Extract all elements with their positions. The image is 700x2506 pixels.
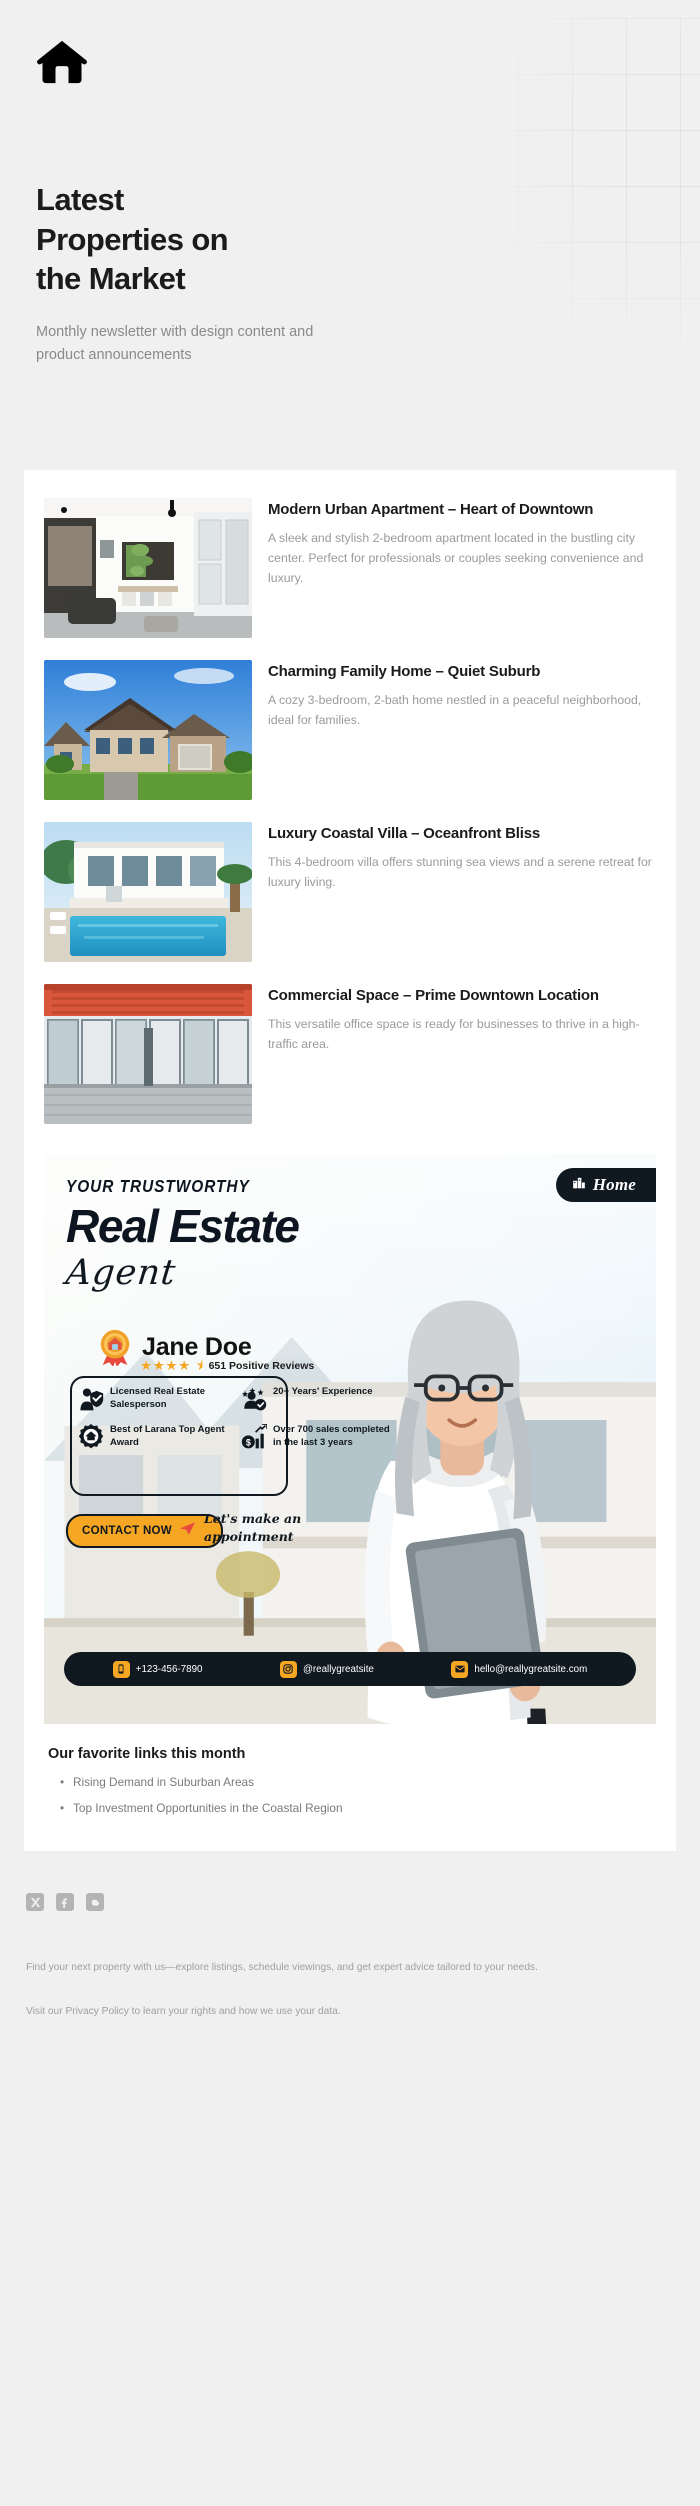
- property-title: Charming Family Home – Quiet Suburb: [268, 663, 541, 680]
- page-title-line-3: the Market: [36, 261, 186, 297]
- social-links: [26, 1893, 674, 1912]
- footer-paragraph-2: Visit our Privacy Policy to learn your r…: [26, 2005, 341, 2017]
- property-body: Luxury Coastal Villa – Oceanfront Bliss …: [268, 822, 656, 962]
- star-rating-icon: ★★★★: [140, 1358, 191, 1373]
- favorite-links-list: Rising Demand in Suburban Areas Top Inve…: [48, 1774, 652, 1817]
- grid-decoration: [410, 18, 700, 378]
- top-agent-award-icon: [78, 1424, 104, 1450]
- home-badge[interactable]: Home: [555, 1168, 656, 1202]
- experience-group-icon: [241, 1386, 267, 1412]
- contact-instagram[interactable]: @reallygreatsite: [279, 1660, 374, 1678]
- property-image: [44, 984, 252, 1124]
- feature-text: Best of Larana Top Agent Award: [110, 1424, 225, 1448]
- licensed-agent-icon: [78, 1386, 104, 1412]
- phone-icon: [112, 1660, 130, 1678]
- footer-paragraph-1: Find your next property with us—explore …: [26, 1962, 538, 1974]
- x-twitter-icon[interactable]: [26, 1893, 44, 1912]
- half-star-icon: ⯨: [195, 1358, 204, 1373]
- property-description: A cozy 3-bedroom, 2-bath home nestled in…: [268, 692, 642, 727]
- feature-item: Best of Larana Top Agent Award: [78, 1424, 235, 1450]
- home-icon: [36, 36, 88, 88]
- feature-item: Licensed Real Estate Salesperson: [78, 1386, 235, 1412]
- favorite-link-text: Top Investment Opportunities in the Coas…: [73, 1800, 343, 1815]
- contact-email-text: hello@reallygreatsite.com: [474, 1663, 588, 1675]
- property-image: [44, 822, 252, 962]
- content-sheet: Modern Urban Apartment – Heart of Downto…: [24, 470, 676, 1852]
- favorite-link-text: Rising Demand in Suburban Areas: [73, 1775, 254, 1789]
- appointment-line-2: appointment: [204, 1529, 294, 1545]
- property-card[interactable]: Commercial Space – Prime Downtown Locati…: [44, 974, 656, 1136]
- agent-feature-list: Licensed Real Estate Salesperson 20+ Yea…: [78, 1386, 398, 1450]
- instagram-icon: [279, 1660, 297, 1678]
- contact-phone-text: +123-456-7890: [135, 1663, 203, 1675]
- newsletter-page: Latest Properties on the Market Monthly …: [0, 0, 700, 2506]
- property-card[interactable]: Luxury Coastal Villa – Oceanfront Bliss …: [44, 812, 656, 974]
- ad-kicker: YOUR TRUSTWORTHY: [66, 1176, 250, 1196]
- contact-instagram-text: @reallygreatsite: [302, 1663, 374, 1675]
- facebook-icon[interactable]: [56, 1893, 74, 1912]
- property-title: Commercial Space – Prime Downtown Locati…: [268, 987, 599, 1004]
- send-arrow-icon: [179, 1522, 195, 1540]
- contact-now-label: CONTACT NOW: [82, 1525, 172, 1537]
- sales-chart-icon: $: [241, 1424, 267, 1450]
- feature-item: 20+ Years' Experience: [241, 1386, 398, 1412]
- ad-script-word: Agent: [63, 1252, 179, 1293]
- page-title: Latest Properties on the Market: [36, 180, 336, 299]
- appointment-note: Let's make an appointment: [204, 1510, 301, 1546]
- real-estate-ad-banner[interactable]: Home YOUR TRUSTWORTHY Real Estate Agent: [44, 1154, 656, 1724]
- agent-rating: ★★★★ ⯨ 651 Positive Reviews: [140, 1359, 314, 1373]
- property-body: Commercial Space – Prime Downtown Locati…: [268, 984, 656, 1124]
- property-card[interactable]: Modern Urban Apartment – Heart of Downto…: [44, 488, 656, 650]
- contact-email[interactable]: hello@reallygreatsite.com: [451, 1660, 588, 1678]
- property-description: This versatile office space is ready for…: [268, 1016, 640, 1051]
- feature-item: $ Over 700 sales completed in the last 3…: [241, 1424, 398, 1450]
- page-subtitle: Monthly newsletter with design content a…: [36, 324, 314, 364]
- building-icon: [572, 1175, 586, 1195]
- feature-text: Over 700 sales completed in the last 3 y…: [273, 1424, 390, 1448]
- award-rosette-icon: [96, 1328, 134, 1367]
- property-description: This 4-bedroom villa offers stunning sea…: [268, 854, 652, 889]
- page-header: Latest Properties on the Market Monthly …: [0, 0, 700, 470]
- property-title: Modern Urban Apartment – Heart of Downto…: [268, 501, 594, 518]
- ad-headline: Real Estate: [66, 1200, 300, 1252]
- property-card[interactable]: Charming Family Home – Quiet Suburb A co…: [44, 650, 656, 812]
- page-title-line-2: Properties on: [36, 221, 229, 257]
- property-body: Modern Urban Apartment – Heart of Downto…: [268, 498, 656, 638]
- contact-bar: +123-456-7890 @reallygreatsite hello@rea…: [64, 1652, 636, 1686]
- favorite-links-title: Our favorite links this month: [48, 1746, 246, 1762]
- ad-headline-block: YOUR TRUSTWORTHY Real Estate Agent: [63, 1176, 300, 1293]
- page-title-line-1: Latest: [36, 182, 124, 217]
- property-list: Modern Urban Apartment – Heart of Downto…: [24, 470, 676, 1144]
- contact-phone[interactable]: +123-456-7890: [112, 1660, 203, 1678]
- contact-now-button[interactable]: CONTACT NOW: [66, 1514, 223, 1548]
- svg-text:$: $: [246, 1438, 251, 1448]
- property-body: Charming Family Home – Quiet Suburb A co…: [268, 660, 656, 800]
- property-title: Luxury Coastal Villa – Oceanfront Bliss: [268, 825, 541, 842]
- page-footer: Find your next property with us—explore …: [0, 1851, 700, 2060]
- appointment-line-1: Let's make an: [204, 1511, 302, 1526]
- feature-text: 20+ Years' Experience: [273, 1386, 373, 1397]
- feature-text: Licensed Real Estate Salesperson: [110, 1386, 206, 1410]
- property-image: [44, 660, 252, 800]
- list-item[interactable]: Rising Demand in Suburban Areas: [60, 1774, 652, 1792]
- property-image: [44, 498, 252, 638]
- property-description: A sleek and stylish 2-bedroom apartment …: [268, 530, 644, 585]
- blogger-icon[interactable]: [86, 1893, 104, 1912]
- email-icon: [451, 1660, 469, 1678]
- favorite-links-section: Our favorite links this month Rising Dem…: [24, 1724, 676, 1851]
- list-item[interactable]: Top Investment Opportunities in the Coas…: [60, 1800, 652, 1818]
- home-badge-label: Home: [592, 1175, 636, 1194]
- review-count: 651 Positive Reviews: [208, 1359, 315, 1372]
